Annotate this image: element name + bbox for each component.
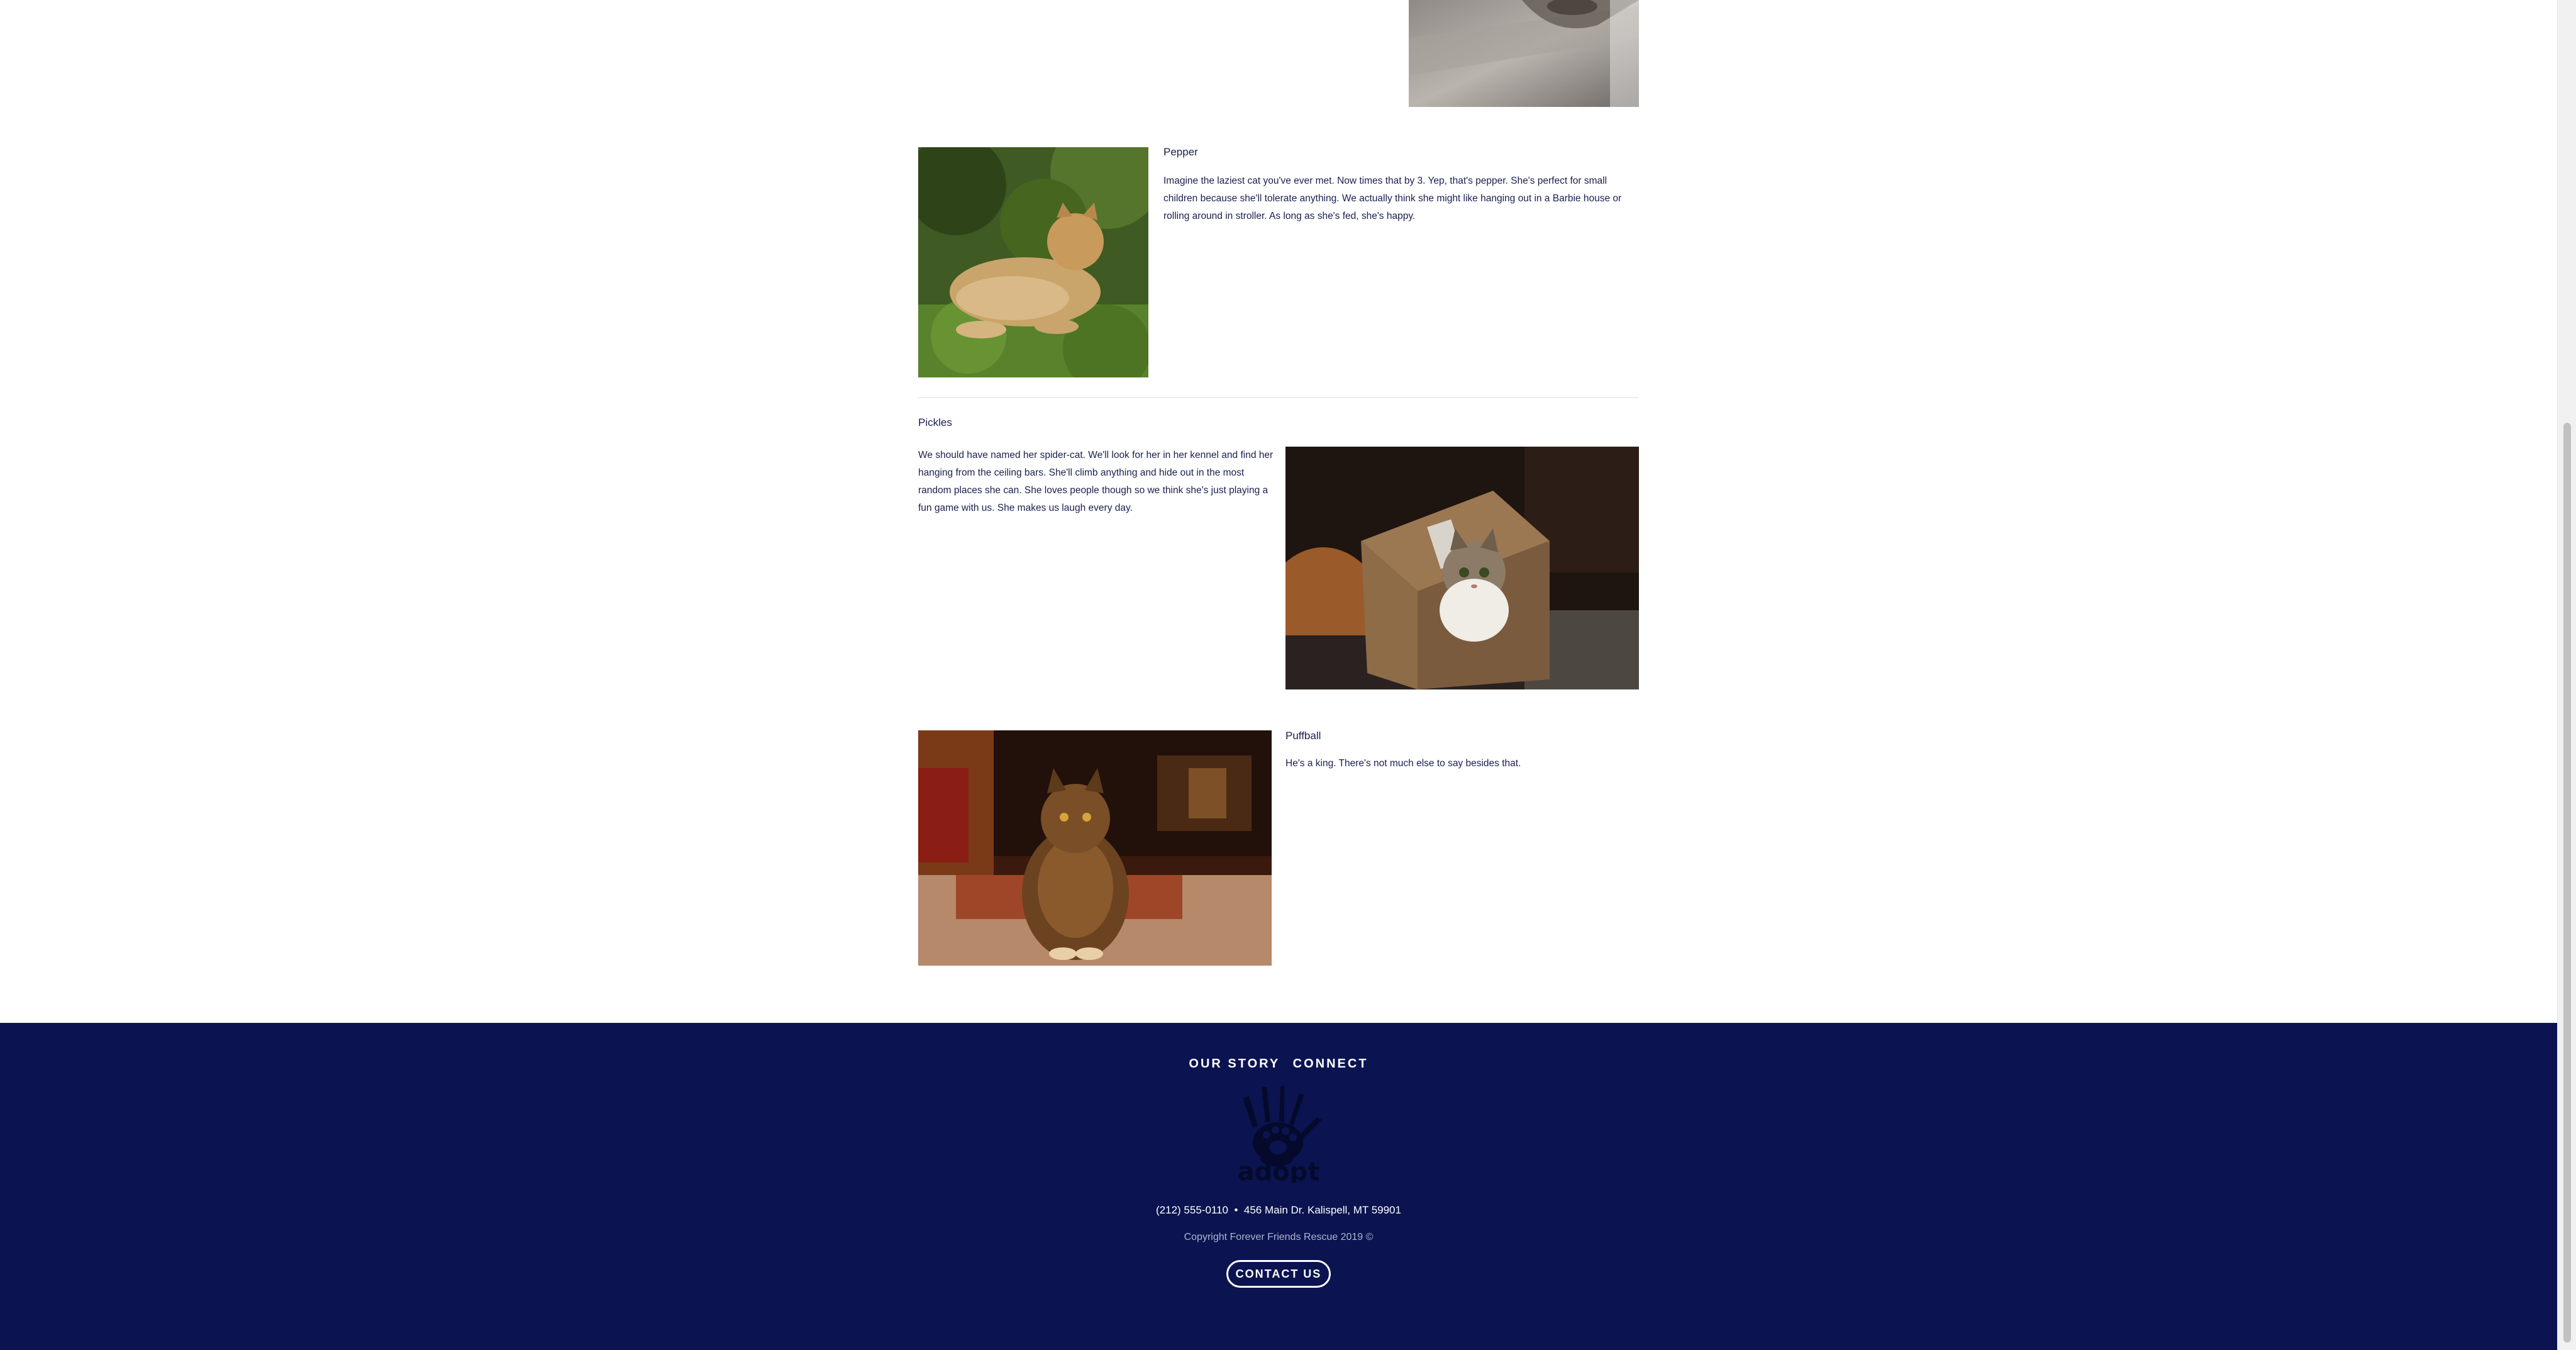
scrollbar-thumb[interactable] xyxy=(2563,423,2571,1342)
separator: • xyxy=(1234,1204,1238,1216)
pet-name: Pepper xyxy=(1163,146,1198,158)
contact-line: (212) 555-0110 • 456 Main Dr. Kalispell,… xyxy=(0,1204,2557,1217)
footer: OUR STORY CONNECT adopt (212) 555-0110 •… xyxy=(0,1023,2557,1350)
copyright: Copyright Forever Friends Rescue 2019 © xyxy=(1184,1232,1374,1242)
pet-description: We should have named her spider-cat. We'… xyxy=(918,450,1274,513)
pet-name: Pickles xyxy=(918,416,952,428)
cat-photo-top-cropped xyxy=(1409,0,1639,107)
hand-paw-logo-icon[interactable]: adopt xyxy=(1230,1082,1327,1186)
footer-link-connect[interactable]: CONNECT xyxy=(1293,1057,1368,1071)
divider xyxy=(918,397,1639,398)
scrollbar[interactable] xyxy=(2557,0,2576,1350)
puffball-photo xyxy=(918,730,1272,966)
page: Pepper Imagine the laziest cat you've ev… xyxy=(0,0,2557,1350)
pickles-photo xyxy=(1285,447,1639,689)
logo-text: adopt xyxy=(1238,1158,1320,1183)
address: 456 Main Dr. Kalispell, MT 59901 xyxy=(1243,1204,1401,1216)
pet-description: Imagine the laziest cat you've ever met.… xyxy=(1163,176,1622,221)
phone-number[interactable]: (212) 555-0110 xyxy=(1156,1204,1228,1216)
pet-name: Puffball xyxy=(1285,730,1321,742)
contact-us-button[interactable]: CONTACT US xyxy=(1226,1260,1331,1288)
footer-nav: OUR STORY CONNECT xyxy=(0,1057,2557,1071)
footer-link-our-story[interactable]: OUR STORY xyxy=(1189,1057,1280,1071)
pepper-photo xyxy=(918,147,1148,377)
pet-description: He's a king. There's not much else to sa… xyxy=(1285,758,1521,769)
